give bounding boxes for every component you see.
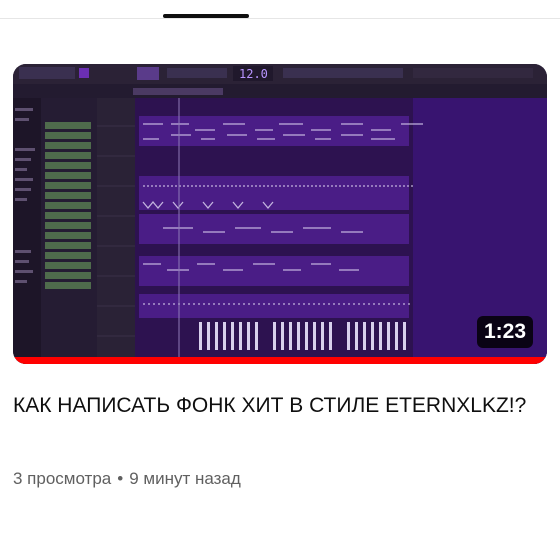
meta-separator: •: [117, 469, 124, 488]
view-count: 3 просмотра: [13, 469, 112, 488]
tempo-display: 12.0: [239, 67, 268, 81]
watch-progress-bar: [13, 357, 547, 364]
video-metadata: 3 просмотра • 9 минут назад: [13, 469, 241, 489]
duration-badge: 1:23: [476, 316, 533, 348]
daw-screenshot-image: 12.0: [13, 64, 547, 364]
top-divider: [0, 0, 560, 36]
video-thumbnail[interactable]: 12.0 1:23: [13, 64, 547, 364]
active-tab-indicator: [163, 14, 249, 18]
divider-line: [0, 18, 560, 19]
video-title[interactable]: КАК НАПИСАТЬ ФОНК ХИТ В СТИЛЕ ETERNXLKZ!…: [13, 390, 533, 421]
upload-age: 9 минут назад: [129, 469, 241, 488]
